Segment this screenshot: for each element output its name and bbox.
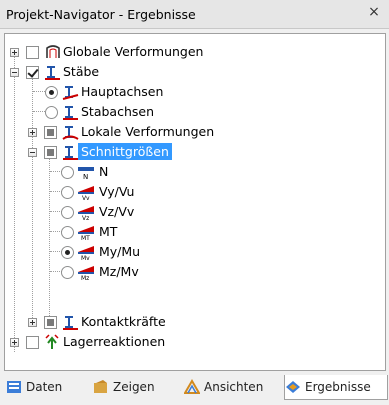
tree-panel: Globale Verformungen Stäbe Hauptachsen S… <box>4 33 386 371</box>
window-title: Projekt-Navigator - Ergebnisse <box>6 7 196 22</box>
svg-text:N: N <box>83 173 88 180</box>
tree-item-vy[interactable]: Vy Vy/Vu <box>5 182 375 202</box>
tree-item-lager[interactable]: Lagerreaktionen <box>5 332 375 352</box>
results-icon <box>286 381 300 393</box>
tree-item-kontakt[interactable]: Kontaktkräfte <box>5 312 375 332</box>
support-reactions-icon <box>45 334 59 349</box>
contact-forces-icon <box>63 316 78 330</box>
tree-item-stabachsen[interactable]: Stabachsen <box>5 102 375 122</box>
tree-item-mt[interactable]: MT MT <box>5 222 375 242</box>
svg-text:Vy: Vy <box>82 195 90 200</box>
tree-item-label: Vz/Vv <box>99 204 135 219</box>
tree-item-lokale[interactable]: Lokale Verformungen <box>5 122 375 142</box>
checkbox[interactable] <box>26 336 39 349</box>
tree-item-label: N <box>99 164 109 179</box>
tree-item-label: Globale Verformungen <box>63 44 204 59</box>
member-axes-icon <box>63 106 78 120</box>
tab-label: Daten <box>26 380 63 394</box>
expand-icon[interactable] <box>28 318 37 327</box>
radio-button[interactable] <box>45 106 58 119</box>
shear-force-icon: Vz <box>78 206 94 220</box>
tab-zeigen[interactable]: Zeigen <box>93 375 173 399</box>
tree-item-label: MT <box>99 224 118 239</box>
bending-moment-icon: My <box>78 246 94 260</box>
expand-icon[interactable] <box>28 128 37 137</box>
tree-item-globale[interactable]: Globale Verformungen <box>5 42 375 62</box>
tree-item-label: My/Mu <box>99 244 141 259</box>
radio-button[interactable] <box>61 166 74 179</box>
radio-button[interactable] <box>61 206 74 219</box>
shear-force-icon: Vy <box>78 186 94 200</box>
expand-icon[interactable] <box>10 48 19 57</box>
views-icon <box>184 379 200 394</box>
radio-button[interactable] <box>61 186 74 199</box>
tree-item-label: Hauptachsen <box>81 84 164 99</box>
tab-label: Zeigen <box>113 380 155 394</box>
torsion-moment-icon: MT <box>78 226 94 240</box>
svg-text:Mz: Mz <box>81 275 89 280</box>
tab-ansichten[interactable]: Ansichten <box>184 375 274 399</box>
tree-item-label: Mz/Mv <box>99 264 139 279</box>
tree-item-label: Vy/Vu <box>99 184 135 199</box>
local-deformation-icon <box>62 126 79 140</box>
tab-daten[interactable]: Daten <box>6 375 86 399</box>
collapse-icon[interactable] <box>28 148 37 157</box>
tree-item-label: Lagerreaktionen <box>63 334 166 349</box>
checkbox[interactable] <box>26 46 39 59</box>
checkbox[interactable] <box>44 146 57 159</box>
tree-item-staebe[interactable]: Stäbe <box>5 62 375 82</box>
tree-item-hauptachsen[interactable]: Hauptachsen <box>5 82 375 102</box>
tree-item-label: Lokale Verformungen <box>81 124 215 139</box>
member-axes-icon <box>62 86 79 100</box>
radio-button[interactable] <box>45 86 58 99</box>
svg-text:Vz: Vz <box>82 215 89 220</box>
checkbox[interactable] <box>44 126 57 139</box>
tab-label: Ergebnisse <box>305 380 371 394</box>
radio-button[interactable] <box>61 266 74 279</box>
tree-item-label: Schnittgrößen <box>78 143 172 160</box>
member-icon <box>45 66 60 80</box>
internal-forces-icon <box>63 146 78 160</box>
collapse-icon[interactable] <box>10 68 19 77</box>
tree-item-label: Kontaktkräfte <box>81 314 166 329</box>
tree-item-label: Stabachsen <box>81 104 155 119</box>
tab-ergebnisse[interactable]: Ergebnisse <box>284 375 388 400</box>
axial-force-icon: N <box>78 167 94 180</box>
radio-button[interactable] <box>61 226 74 239</box>
svg-text:My: My <box>81 255 90 260</box>
tree-item-n[interactable]: N N <box>5 162 375 182</box>
tree-item-my[interactable]: My My/Mu <box>5 242 375 262</box>
navigator-tabs: Daten Zeigen Ansichten Ergebnisse <box>0 372 389 405</box>
tree-item-mz[interactable]: Mz Mz/Mv <box>5 262 375 282</box>
close-icon[interactable]: × <box>367 5 381 19</box>
frame-deformation-icon <box>46 45 60 58</box>
bending-moment-icon: Mz <box>78 266 94 280</box>
tree-item-label: Stäbe <box>63 64 100 79</box>
tree-line <box>33 91 45 93</box>
checkbox[interactable] <box>44 316 57 329</box>
tab-label: Ansichten <box>204 380 264 394</box>
svg-text:MT: MT <box>81 235 90 240</box>
expand-icon[interactable] <box>10 338 19 347</box>
tree-item-vz[interactable]: Vz Vz/Vv <box>5 202 375 222</box>
data-icon <box>7 381 21 393</box>
tree-line <box>33 111 45 113</box>
checkbox[interactable] <box>26 66 39 79</box>
tree-item-schnittgroessen[interactable]: Schnittgrößen <box>5 142 375 162</box>
show-icon <box>94 380 107 393</box>
title-bar: Projekt-Navigator - Ergebnisse × <box>0 0 389 29</box>
radio-button[interactable] <box>61 246 74 259</box>
